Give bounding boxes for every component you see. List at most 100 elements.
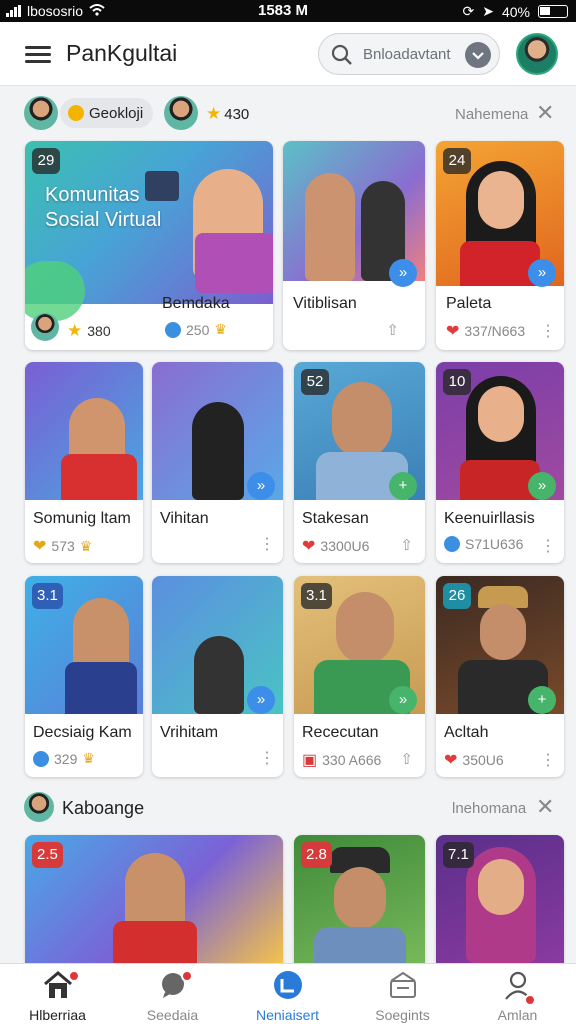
content-card[interactable]: 2.5 — [25, 835, 283, 963]
card-badge: 3.1 — [301, 583, 332, 609]
nav-label: Soegints — [375, 1007, 430, 1023]
card-badge: 29 — [32, 148, 60, 174]
card-title: Vrihitam — [160, 724, 219, 741]
location-icon: ➤ — [482, 3, 494, 19]
meta-value: 3300U6 — [320, 538, 370, 554]
content-card[interactable]: 24 » Paleta ❤ 337/N663 ⋮ — [436, 141, 564, 350]
card-meta: 250 ♛ — [165, 321, 227, 338]
card-title: Vitiblisan — [293, 295, 357, 312]
meta-value: 573 — [51, 538, 75, 554]
user-avatar[interactable] — [24, 792, 54, 822]
profile-avatar[interactable] — [516, 33, 558, 75]
heart-icon: ❤ — [33, 538, 47, 555]
view-icon — [165, 321, 181, 338]
content-card[interactable]: 3.1 Decsiaig Kam 329 ♛ — [25, 576, 143, 777]
view-icon — [33, 750, 49, 767]
forward-icon[interactable]: » — [528, 472, 556, 500]
card-badge: 2.8 — [301, 842, 332, 868]
card-meta: 329 ♛ — [33, 750, 95, 767]
sync-icon: ⟳ — [462, 3, 475, 19]
content-card[interactable]: Somunig ltam ❤ 573 ♛ — [25, 362, 143, 563]
card-title: Rececutan — [302, 724, 379, 741]
category-chip[interactable]: Geokloji — [60, 98, 154, 128]
search-placeholder: Bnloadavtant — [363, 46, 451, 63]
close-icon[interactable]: ✕ — [536, 100, 554, 126]
nav-shop[interactable]: Soegints — [345, 964, 460, 1024]
card-title: Acltah — [444, 724, 489, 741]
user-avatar[interactable] — [24, 96, 58, 130]
heart-icon: ❤ — [446, 323, 460, 340]
hamburger-menu-icon[interactable] — [22, 42, 54, 66]
coin-icon — [68, 105, 84, 121]
card-thumbnail — [25, 835, 283, 963]
forward-icon[interactable]: » — [247, 686, 275, 714]
rating: ★ 430 — [206, 104, 249, 124]
meta-value: 250 — [186, 321, 210, 338]
battery-icon — [538, 5, 568, 18]
card-title: Keenuirllasis — [444, 510, 535, 527]
content-card[interactable]: 3.1 » Rececutan ▣ 330 A666 ⇧ — [294, 576, 425, 777]
more-icon[interactable]: ⋮ — [259, 748, 275, 768]
nav-label: Seedaia — [146, 1007, 199, 1023]
more-icon[interactable]: ⋮ — [540, 536, 556, 556]
close-icon[interactable]: ✕ — [536, 794, 554, 820]
create-icon — [274, 971, 302, 999]
nav-create[interactable]: Neniaisert — [230, 964, 345, 1024]
more-icon[interactable]: ⋮ — [540, 321, 556, 341]
nav-social[interactable]: Seedaia — [115, 964, 230, 1024]
add-icon[interactable]: + — [389, 472, 417, 500]
rating-value: 430 — [224, 105, 250, 123]
section-header-1: Geokloji ★ 430 Nahemena ✕ — [0, 92, 576, 136]
rating-value: 380 — [87, 323, 111, 339]
user-avatar-2[interactable] — [164, 96, 198, 130]
content-card[interactable]: » Vrihitam ⋮ — [152, 576, 283, 777]
content-card[interactable]: 52 + Stakesan ❤ 3300U6 ⇧ — [294, 362, 425, 563]
section-label: lnehomana — [452, 800, 527, 817]
content-card[interactable]: » Vihitan ⋮ — [152, 362, 283, 563]
search-icon — [331, 44, 352, 65]
clock: 1583 M — [258, 2, 309, 19]
nav-profile[interactable]: Amlan — [460, 964, 575, 1024]
card-thumbnail — [25, 362, 143, 500]
content-card[interactable]: 26 + Acltah ❤ 350U6 ⋮ — [436, 576, 564, 777]
content-card[interactable]: 7.1 — [436, 835, 564, 963]
card-meta: ❤ 573 ♛ — [33, 536, 92, 556]
wifi-icon — [89, 3, 105, 19]
card-badge: 10 — [443, 369, 471, 395]
search-bar[interactable]: Bnloadavtant — [318, 33, 500, 75]
card-meta: ▣ 330 A666 — [302, 750, 381, 770]
card-meta: ❤ 350U6 — [444, 750, 504, 770]
more-icon[interactable]: ⋮ — [259, 534, 275, 554]
card-title: Vihitan — [160, 510, 209, 527]
meta-value: 337/N663 — [464, 323, 526, 339]
crown-icon: ♛ — [214, 321, 227, 337]
crown-icon: ♛ — [82, 750, 95, 766]
content-card[interactable]: 2.8 — [294, 835, 425, 963]
add-icon[interactable]: + — [528, 686, 556, 714]
more-icon[interactable]: ⋮ — [540, 750, 556, 770]
share-icon[interactable]: ⇧ — [386, 321, 399, 339]
feature-card-continued[interactable]: » Vitiblisan ⇧ — [283, 141, 425, 350]
heart-icon: ❤ — [302, 538, 316, 555]
forward-icon[interactable]: » — [528, 259, 556, 287]
forward-icon[interactable]: » — [247, 472, 275, 500]
card-badge: 26 — [443, 583, 471, 609]
chevron-down-icon[interactable] — [465, 42, 491, 68]
signal-icon — [6, 5, 21, 17]
nav-home[interactable]: Hlberriaa — [0, 964, 115, 1024]
card-title: Paleta — [446, 295, 492, 312]
status-bar: lbososrio 1583 M ⟳ ➤ 40% — [0, 0, 576, 22]
card-badge: 2.5 — [32, 842, 63, 868]
section-header-2: Kaboange lnehomana ✕ — [0, 786, 576, 830]
content-card[interactable]: 10 » Keenuirllasis S71U636 ⋮ — [436, 362, 564, 563]
crown-icon: ♛ — [79, 537, 93, 554]
feature-card[interactable]: 29 Komunitas Sosial Virtual Bemdaka ★ 38… — [25, 141, 273, 350]
nav-label: Amlan — [497, 1007, 538, 1023]
battery-percent: 40% — [501, 3, 530, 20]
forward-icon[interactable]: » — [389, 259, 417, 287]
share-icon[interactable]: ⇧ — [400, 536, 413, 554]
forward-icon[interactable]: » — [389, 686, 417, 714]
share-icon[interactable]: ⇧ — [400, 750, 413, 768]
section-label: Nahemena — [455, 106, 529, 123]
gift-icon — [390, 971, 416, 998]
